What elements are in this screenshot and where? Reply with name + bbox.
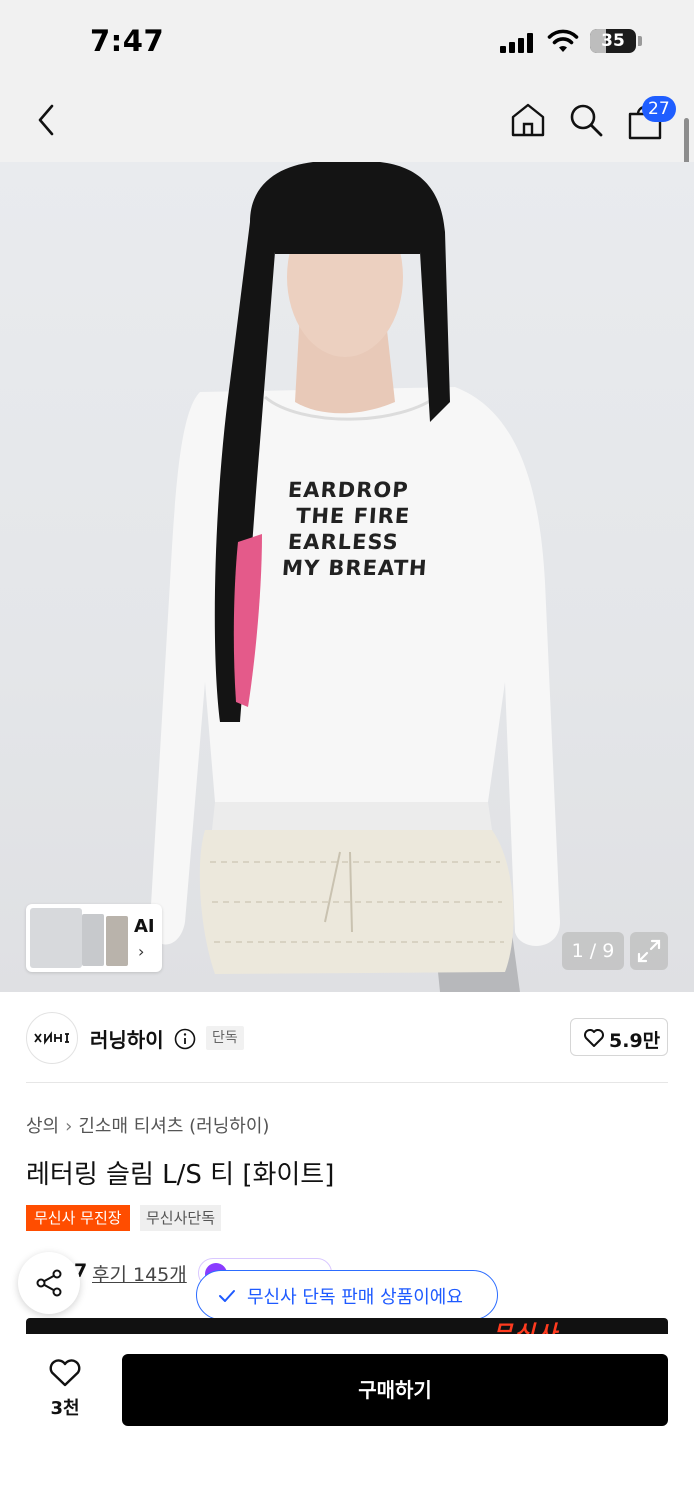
ai-thumbnail-strip[interactable]: AI › (26, 904, 162, 972)
breadcrumb-separator: › (65, 1116, 73, 1137)
brand-like-count: 5.9만 (609, 1030, 661, 1052)
shirt-print-line-4: MY BREATH (281, 556, 429, 580)
brand-row: 러닝하이 단독 5.9만 (0, 992, 694, 1084)
image-page-indicator: 1 / 9 (562, 932, 624, 970)
chevron-right-icon: › (138, 942, 145, 961)
bottom-action-bar: 3천 구매하기 (0, 1334, 694, 1500)
product-image[interactable]: EARDROP THE FIRE EARLESS MY BREATH (0, 162, 694, 992)
battery-icon: 35 (590, 29, 636, 53)
brand-name[interactable]: 러닝하이 (90, 1024, 164, 1053)
musinsa-mujinjang-badge: 무신사 무진장 (26, 1205, 130, 1231)
thumbnail-image (106, 916, 128, 966)
toast-message: 무신사 단독 판매 상품이에요 (247, 1287, 463, 1308)
divider (26, 1082, 668, 1083)
back-arrow-icon[interactable] (30, 100, 62, 140)
exclusive-toast: 무신사 단독 판매 상품이에요 (196, 1270, 498, 1320)
expand-icon (637, 939, 661, 963)
expand-image-button[interactable] (630, 932, 668, 970)
shirt-print-line-3: EARLESS (287, 530, 400, 554)
review-count-link[interactable]: 후기 145개 (92, 1260, 187, 1287)
product-title: 레터링 슬림 L/S 티 [화이트] (26, 1160, 335, 1190)
thumbnail-image (82, 914, 104, 966)
search-icon[interactable] (566, 100, 606, 140)
shirt-print-line-1: EARDROP (287, 478, 410, 502)
brand-logo-mark (34, 1031, 69, 1045)
brand-logo[interactable] (26, 1012, 78, 1064)
buy-button[interactable]: 구매하기 (122, 1354, 668, 1426)
wifi-icon (547, 29, 579, 52)
breadcrumb-category[interactable]: 상의 (26, 1116, 59, 1137)
signal-icon (500, 33, 534, 53)
shirt-print-line-2: THE FIRE (295, 504, 412, 528)
share-icon (36, 1269, 62, 1297)
battery-cap (638, 36, 642, 46)
brand-like-button[interactable]: 5.9만 (570, 1018, 668, 1056)
promo-banner[interactable]: 무신사 (26, 1318, 668, 1334)
musinsa-exclusive-badge: 무신사단독 (140, 1205, 222, 1231)
battery-percent: 35 (601, 31, 625, 51)
top-nav-bar (0, 82, 694, 162)
check-icon (219, 1290, 235, 1302)
share-button[interactable] (18, 1252, 80, 1314)
promo-banner-text: 무신사 (492, 1318, 559, 1334)
cart-count-badge: 27 (642, 96, 676, 122)
exclusive-tag: 단독 (206, 1026, 244, 1050)
breadcrumb: 상의 › 긴소매 티셔츠 (러닝하이) (26, 1112, 269, 1138)
status-bar: 7:47 35 (0, 0, 694, 82)
ai-label: AI (134, 916, 155, 937)
home-icon[interactable] (508, 100, 548, 140)
breadcrumb-subcategory[interactable]: 긴소매 티셔츠 (러닝하이) (78, 1116, 269, 1137)
product-like-count: 3천 (50, 1398, 80, 1419)
heart-icon[interactable] (48, 1358, 82, 1388)
info-icon[interactable] (174, 1028, 196, 1050)
thumbnail-image (30, 908, 82, 968)
heart-icon (584, 1029, 604, 1047)
status-time: 7:47 (90, 24, 165, 58)
